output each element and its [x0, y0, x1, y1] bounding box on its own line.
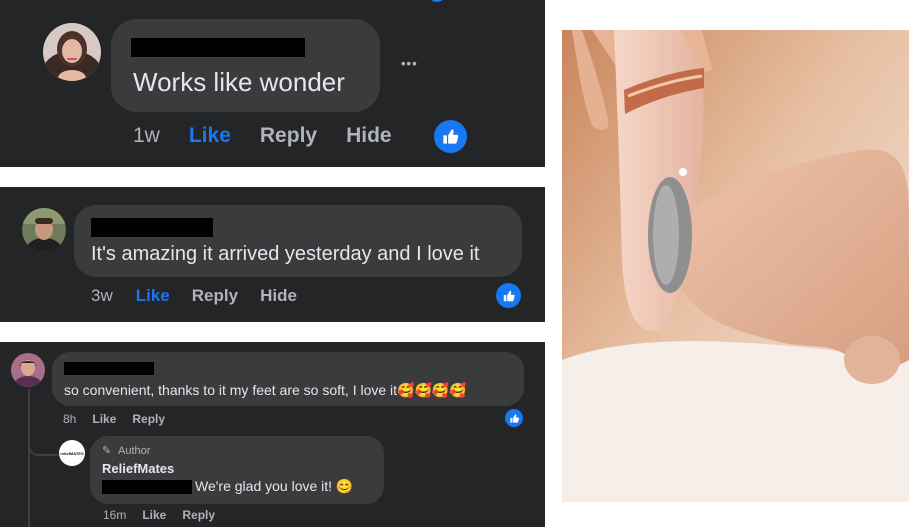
avatar[interactable] — [22, 208, 66, 252]
comment-text: Works like wonder — [133, 67, 345, 97]
comment-text: It's amazing it arrived yesterday and I … — [91, 243, 480, 265]
comment-timestamp: 1w — [133, 124, 160, 147]
comment-actions: 3w Like Reply Hide — [91, 286, 297, 306]
redacted-author-name — [64, 362, 154, 375]
comment-timestamp: 3w — [91, 286, 113, 305]
more-options-icon[interactable]: ••• — [401, 56, 418, 71]
reply-timestamp: 16m — [103, 508, 127, 522]
reply-actions: 16m Like Reply — [103, 508, 215, 522]
thumbs-up-icon — [434, 120, 467, 153]
reply-like-button[interactable]: Like — [142, 508, 166, 522]
hide-button[interactable]: Hide — [346, 124, 392, 148]
reply-button[interactable]: Reply — [132, 412, 165, 426]
pencil-icon: ✎ — [102, 445, 112, 457]
like-button[interactable]: Like — [136, 286, 170, 306]
like-button[interactable]: Like — [92, 412, 116, 426]
reply-connector-line — [28, 438, 58, 456]
product-photo — [562, 30, 909, 502]
reply-author-name[interactable]: ReliefMates — [102, 461, 174, 476]
comment-bubble: so convenient, thanks to it my feet are … — [52, 352, 524, 406]
comment-timestamp: 8h — [63, 412, 77, 426]
comment-panel-1: Works like wonder ••• 1w Like Reply Hide — [0, 0, 545, 167]
comment-text: so convenient, thanks to it my feet are … — [64, 382, 467, 398]
author-badge: Author — [118, 445, 151, 457]
comment-actions: 1w Like Reply Hide — [133, 124, 392, 148]
reply-button[interactable]: Reply — [192, 286, 238, 306]
comment-panel-2: It's amazing it arrived yesterday and I … — [0, 187, 545, 322]
avatar[interactable] — [43, 23, 101, 81]
reliefmates-logo[interactable]: reliefMATES — [59, 440, 85, 466]
thread-line — [28, 389, 30, 527]
reply-text: We're glad you love it! 😊 — [195, 478, 354, 494]
page: Works like wonder ••• 1w Like Reply Hide… — [0, 0, 909, 527]
thumbs-up-icon — [505, 409, 523, 427]
reply-bubble: ✎ Author ReliefMates We're glad you love… — [90, 436, 384, 504]
reply-button[interactable]: Reply — [260, 124, 317, 148]
avatar[interactable] — [11, 353, 45, 387]
comment-panel-3: so convenient, thanks to it my feet are … — [0, 342, 545, 527]
redacted-author-name — [91, 218, 213, 237]
reply-reply-button[interactable]: Reply — [182, 508, 215, 522]
comment-actions: 8h Like Reply — [63, 412, 165, 426]
like-badge-partial-icon — [430, 0, 444, 2]
redacted-author-name — [131, 38, 305, 57]
thumbs-up-icon — [496, 283, 521, 308]
comment-bubble: Works like wonder — [111, 19, 380, 112]
hide-button[interactable]: Hide — [260, 286, 297, 306]
like-button[interactable]: Like — [189, 124, 231, 148]
comment-bubble: It's amazing it arrived yesterday and I … — [74, 205, 522, 277]
redacted-mention — [102, 480, 192, 494]
